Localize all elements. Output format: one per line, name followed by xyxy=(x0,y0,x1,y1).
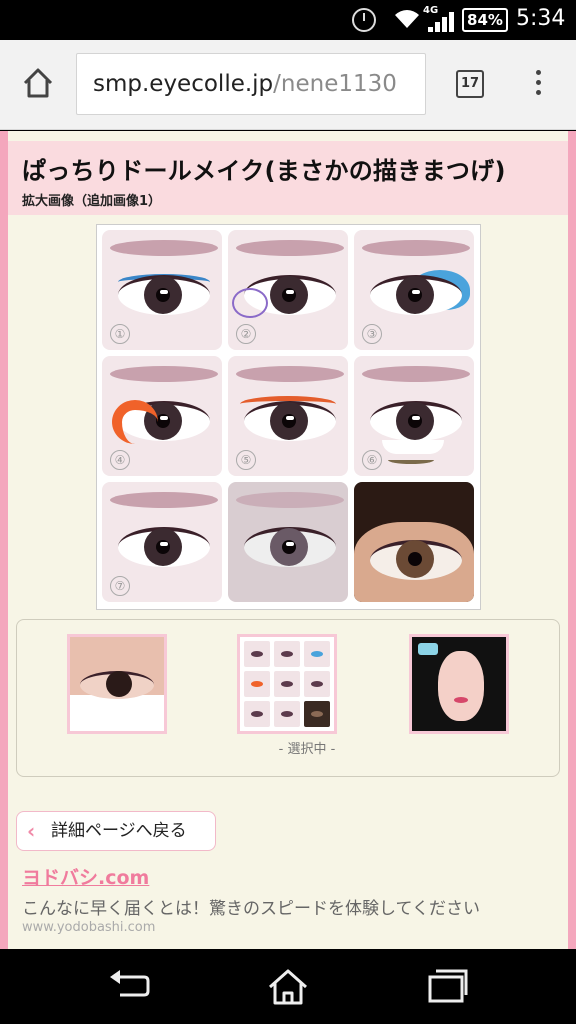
tab-switcher-button[interactable]: 17 xyxy=(456,70,484,98)
page-header: ぱっちりドールメイク(まさかの描きまつげ) 拡大画像（追加画像1） xyxy=(8,141,568,215)
ad-domain: www.yodobashi.com xyxy=(22,920,156,935)
battery-icon: 84% xyxy=(462,8,508,32)
ad-brand-link[interactable]: ヨドバシ.com xyxy=(22,863,562,890)
thumbnail-additional-image-1[interactable] xyxy=(237,634,337,734)
step-number: ⑥ xyxy=(362,450,382,470)
step-image: ② xyxy=(228,230,348,350)
step-number: ② xyxy=(236,324,256,344)
step-number: ① xyxy=(110,324,130,344)
web-page: ぱっちりドールメイク(まさかの描きまつげ) 拡大画像（追加画像1） ① ② ③ … xyxy=(0,131,576,949)
step-image xyxy=(228,482,348,602)
thumbnail-selector: - 選択中 - xyxy=(16,619,560,777)
page-border-right xyxy=(568,131,576,949)
signal-icon xyxy=(428,12,454,32)
step-image: ③ xyxy=(354,230,474,350)
step-image: ① xyxy=(102,230,222,350)
home-icon[interactable] xyxy=(20,65,56,101)
back-button-label: 詳細ページへ戻る xyxy=(51,821,187,841)
wifi-icon xyxy=(394,8,420,35)
step-number: ⑦ xyxy=(110,576,130,596)
step-image: ⑦ xyxy=(102,482,222,602)
thumbnail-additional-image-2[interactable] xyxy=(409,634,509,734)
ad-copy: こんなに早く届くとは！驚きのスピードを体験してください xyxy=(22,899,480,919)
enlarged-image: ① ② ③ ④ ⑤ ⑥ ⑦ xyxy=(96,224,481,610)
page-border-left xyxy=(0,131,8,949)
status-bar: 4G 84% 5:34 xyxy=(0,0,576,40)
ad-banner[interactable]: ヨドバシ.com こんなに早く届くとは！驚きのスピードを体験してください www… xyxy=(22,863,562,935)
thumbnail-main-image[interactable] xyxy=(67,634,167,734)
step-number: ④ xyxy=(110,450,130,470)
back-icon[interactable] xyxy=(108,967,150,1005)
battery-level: 84% xyxy=(467,11,503,29)
url-host: smp.eyecolle.jp xyxy=(93,71,274,97)
step-number: ③ xyxy=(362,324,382,344)
browser-toolbar: smp.eyecolle.jp/nene1130 17 xyxy=(0,40,576,130)
url-bar[interactable]: smp.eyecolle.jp/nene1130 xyxy=(76,53,426,115)
step-image: ⑥ xyxy=(354,356,474,476)
overflow-menu-icon[interactable] xyxy=(530,70,546,100)
url-path: /nene1130 xyxy=(273,71,397,97)
system-nav-bar xyxy=(0,949,576,1024)
step-number: ⑤ xyxy=(236,450,256,470)
step-image xyxy=(354,482,474,602)
back-to-detail-button[interactable]: ‹ 詳細ページへ戻る xyxy=(16,811,216,851)
page-subtitle: 拡大画像（追加画像1） xyxy=(22,194,162,209)
step-image: ⑤ xyxy=(228,356,348,476)
alarm-clock-icon xyxy=(352,8,376,32)
clock-time: 5:34 xyxy=(516,6,566,31)
step-image: ④ xyxy=(102,356,222,476)
selected-indicator: - 選択中 - xyxy=(278,742,336,757)
page-title: ぱっちりドールメイク(まさかの描きまつげ) xyxy=(22,157,506,185)
home-nav-icon[interactable] xyxy=(266,967,310,1007)
recent-apps-icon[interactable] xyxy=(428,967,468,1005)
chevron-left-icon: ‹ xyxy=(27,819,36,843)
